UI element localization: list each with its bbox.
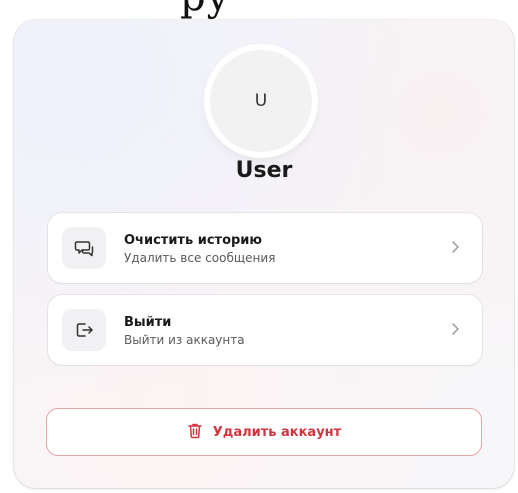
chevron-right-icon <box>450 321 460 341</box>
clear-history-subtitle: Удалить все сообщения <box>124 251 276 265</box>
chevron-right-icon <box>450 239 460 259</box>
clear-history-button[interactable]: Очистить историю Удалить все сообщения <box>48 213 482 283</box>
logout-title: Выйти <box>124 315 172 330</box>
chat-bubbles-icon <box>62 227 106 269</box>
profile-card: U User Очистить историю Удалить все сооб… <box>14 20 514 488</box>
clear-history-title: Очистить историю <box>124 233 263 248</box>
avatar[interactable]: U <box>210 50 312 152</box>
clipped-heading-fragment: py <box>180 0 230 20</box>
delete-account-label: Удалить аккаунт <box>212 424 342 440</box>
delete-account-button[interactable]: Удалить аккаунт <box>46 408 482 456</box>
logout-icon <box>62 309 106 351</box>
user-name: User <box>235 158 293 183</box>
logout-subtitle: Выйти из аккаунта <box>124 333 245 347</box>
trash-icon <box>187 422 203 443</box>
logout-button[interactable]: Выйти Выйти из аккаунта <box>48 295 482 365</box>
